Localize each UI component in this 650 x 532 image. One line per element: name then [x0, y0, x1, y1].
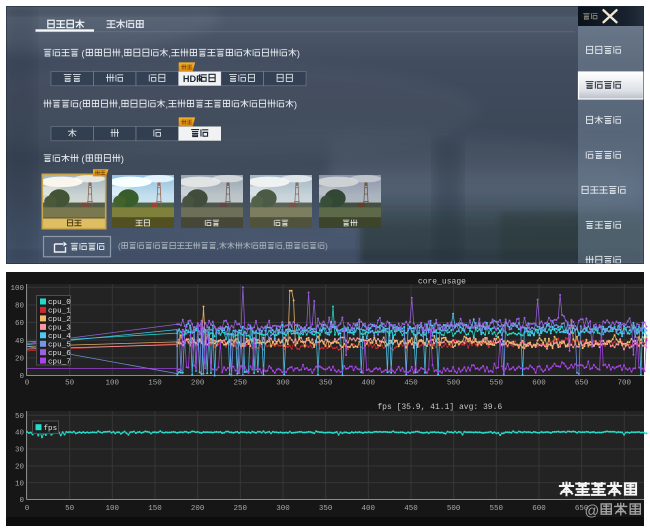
svg-text:100: 100: [106, 380, 120, 388]
svg-text:): ): [325, 242, 328, 251]
svg-text:,: ,: [165, 100, 168, 110]
svg-text:,: ,: [168, 49, 171, 59]
svg-text:): ): [121, 154, 124, 164]
svg-text:700: 700: [618, 380, 632, 388]
svg-text:,: ,: [283, 242, 285, 251]
svg-text:): ): [294, 100, 297, 110]
svg-text:600: 600: [532, 380, 546, 388]
svg-text:(: (: [79, 154, 85, 164]
svg-text:400: 400: [362, 505, 376, 513]
svg-text:20: 20: [15, 463, 25, 471]
svg-text:350: 350: [319, 505, 333, 513]
svg-text:cpu_0: cpu_0: [48, 299, 71, 307]
svg-text:150: 150: [148, 505, 162, 513]
svg-text:300: 300: [276, 505, 290, 513]
svg-text:10: 10: [15, 480, 25, 488]
svg-text:cpu_5: cpu_5: [48, 341, 71, 349]
svg-text:): ): [297, 49, 300, 59]
svg-text:0: 0: [19, 373, 24, 381]
svg-text:30: 30: [15, 447, 25, 455]
svg-text:50: 50: [65, 505, 75, 513]
svg-text:20: 20: [15, 355, 25, 363]
svg-text:40: 40: [15, 430, 25, 438]
svg-text:cpu_1: cpu_1: [48, 308, 71, 316]
svg-text:650: 650: [575, 380, 589, 388]
svg-text:@: @: [585, 504, 600, 520]
svg-text:40: 40: [15, 338, 25, 346]
svg-text:(: (: [79, 100, 82, 110]
svg-text:cpu_2: cpu_2: [48, 316, 71, 324]
svg-text:fps [35.9, 41.1] avg: 39.6: fps [35.9, 41.1] avg: 39.6: [377, 403, 502, 412]
svg-text:0: 0: [25, 505, 30, 513]
svg-text:60: 60: [15, 320, 25, 328]
svg-text:50: 50: [65, 380, 75, 388]
svg-text:550: 550: [490, 380, 504, 388]
svg-text:250: 250: [234, 505, 248, 513]
svg-text:350: 350: [319, 380, 333, 388]
svg-text:,: ,: [217, 242, 219, 251]
svg-text:450: 450: [404, 380, 418, 388]
svg-text:500: 500: [447, 505, 461, 513]
svg-text:100: 100: [106, 505, 120, 513]
svg-text:fps: fps: [44, 425, 58, 433]
svg-text:cpu_4: cpu_4: [48, 333, 71, 341]
svg-text:cpu_3: cpu_3: [48, 324, 71, 332]
svg-text:core_usage: core_usage: [418, 277, 466, 286]
svg-text:,: ,: [118, 100, 121, 110]
svg-text:300: 300: [276, 380, 290, 388]
svg-text:200: 200: [191, 505, 205, 513]
svg-text:250: 250: [234, 380, 248, 388]
svg-text:450: 450: [404, 505, 418, 513]
svg-text:80: 80: [15, 302, 25, 310]
svg-text:cpu_6: cpu_6: [48, 350, 71, 358]
svg-text:cpu_7: cpu_7: [48, 358, 71, 366]
svg-text:150: 150: [148, 380, 162, 388]
svg-text:500: 500: [447, 380, 461, 388]
svg-text:0: 0: [19, 497, 24, 505]
svg-text:100: 100: [10, 285, 24, 293]
svg-text:600: 600: [532, 505, 546, 513]
svg-text:200: 200: [191, 380, 205, 388]
svg-text:(: (: [79, 49, 85, 59]
svg-text:0: 0: [25, 380, 30, 388]
svg-text:,: ,: [121, 49, 124, 59]
svg-text:50: 50: [15, 413, 25, 421]
svg-text:400: 400: [362, 380, 376, 388]
svg-text:(: (: [118, 242, 121, 251]
svg-text:550: 550: [490, 505, 504, 513]
